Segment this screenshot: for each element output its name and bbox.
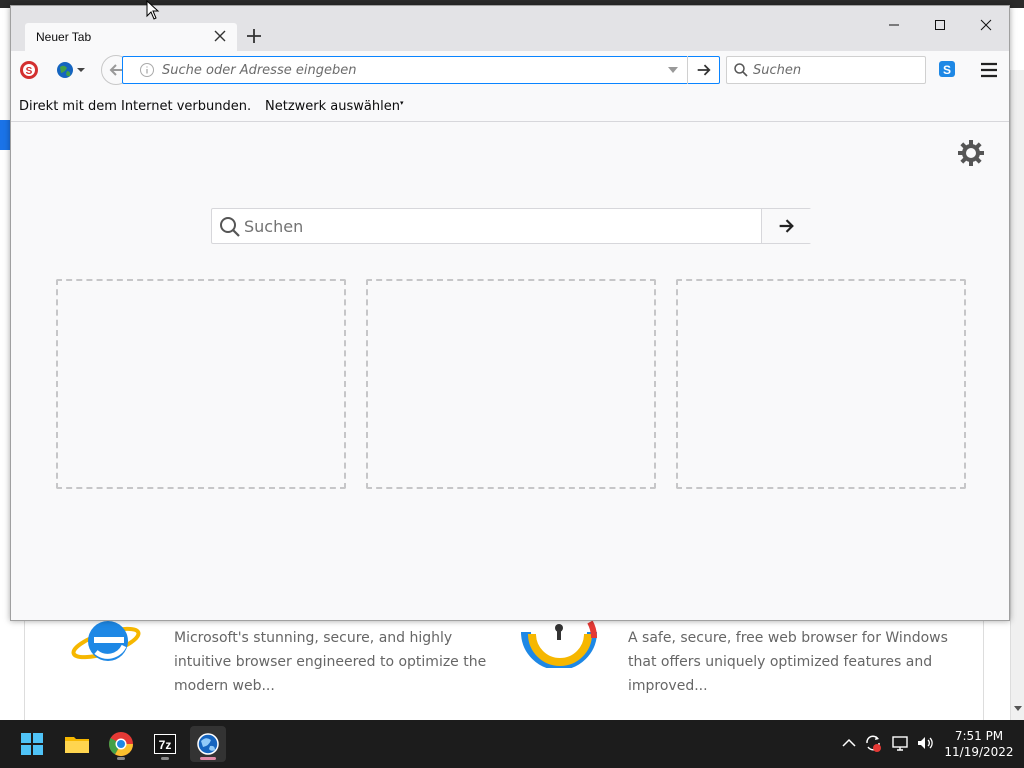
url-input[interactable] — [158, 57, 658, 83]
scroll-down-arrow-icon — [1014, 706, 1022, 711]
background-scrollbar[interactable] — [1010, 70, 1024, 720]
chevron-up-icon[interactable] — [838, 732, 860, 754]
running-indicator — [117, 757, 125, 760]
windows-taskbar: 7z 7:51 PM 11/19/2022 — [0, 720, 1024, 768]
top-site-tile-empty[interactable] — [56, 279, 346, 489]
chrome-button[interactable] — [103, 726, 139, 762]
search-icon — [220, 217, 240, 237]
proxy-info-bar: Direkt mit dem Internet verbunden. Netzw… — [11, 89, 1009, 122]
file-explorer-icon — [65, 737, 89, 753]
info-icon[interactable] — [139, 62, 155, 78]
dropdown-arrow-icon: ▾ — [399, 99, 404, 107]
connection-status-text: Direkt mit dem Internet verbunden. — [19, 99, 252, 114]
7zip-button[interactable]: 7z — [147, 726, 183, 762]
globe-dropdown-icon[interactable] — [55, 59, 87, 81]
sync-alert-icon[interactable] — [862, 732, 884, 754]
page-search-box[interactable] — [211, 208, 811, 244]
url-history-dropdown-icon[interactable] — [666, 63, 680, 77]
gear-icon[interactable] — [956, 138, 986, 168]
skype-s-icon[interactable]: S — [937, 59, 957, 79]
windows-start-icon — [21, 733, 43, 755]
hamburger-menu-icon[interactable] — [978, 59, 1000, 81]
search-icon — [734, 63, 748, 77]
tab-title: Neuer Tab — [36, 30, 92, 44]
top-site-tile-empty[interactable] — [366, 279, 656, 489]
svg-text:S: S — [26, 66, 33, 77]
go-arrow-icon[interactable] — [687, 56, 719, 84]
network-select-dropdown[interactable]: Netzwerk auswählen▾ — [265, 99, 403, 114]
active-indicator — [200, 757, 216, 760]
browser-window: Neuer Tab S Suche oder Adresse eingeben … — [10, 5, 1010, 621]
clock-date: 11/19/2022 — [944, 745, 1014, 759]
tab-bar: Neuer Tab — [11, 6, 1009, 52]
svg-text:S: S — [943, 63, 951, 77]
page-search-input[interactable] — [244, 213, 754, 239]
tab-new-tab[interactable]: Neuer Tab — [25, 23, 237, 52]
network-select-label: Netzwerk auswählen — [265, 99, 400, 114]
minimize-icon[interactable] — [871, 10, 917, 40]
background-accent-strip — [0, 120, 10, 150]
network-icon[interactable] — [889, 732, 911, 754]
new-tab-page — [11, 122, 1009, 620]
maximize-icon[interactable] — [917, 10, 963, 40]
top-site-tile-empty[interactable] — [676, 279, 966, 489]
mouse-cursor-icon — [146, 0, 160, 20]
clock-time: 7:51 PM — [954, 729, 1004, 743]
extension-s-icon[interactable]: S — [18, 59, 40, 81]
running-indicator — [161, 757, 169, 760]
search-submit-arrow-icon[interactable] — [761, 209, 811, 243]
avast-description-text: A safe, secure, free web browser for Win… — [628, 630, 948, 694]
navigation-toolbar: S S — [11, 51, 1009, 89]
start-button[interactable] — [14, 726, 50, 762]
tab-close-icon[interactable] — [212, 28, 228, 44]
search-bar-input[interactable] — [753, 59, 923, 81]
search-bar[interactable] — [726, 56, 926, 84]
new-tab-plus-icon[interactable] — [244, 26, 264, 46]
file-explorer-button[interactable] — [59, 726, 95, 762]
ie-description-text: Microsoft's stunning, secure, and highly… — [174, 630, 487, 694]
window-close-icon[interactable] — [963, 10, 1009, 40]
internet-explorer-logo-icon — [71, 621, 141, 661]
svg-text:7z: 7z — [159, 738, 172, 752]
active-browser-button[interactable] — [190, 726, 226, 762]
system-clock[interactable]: 7:51 PM 11/19/2022 — [940, 728, 1018, 760]
volume-icon[interactable] — [914, 732, 936, 754]
